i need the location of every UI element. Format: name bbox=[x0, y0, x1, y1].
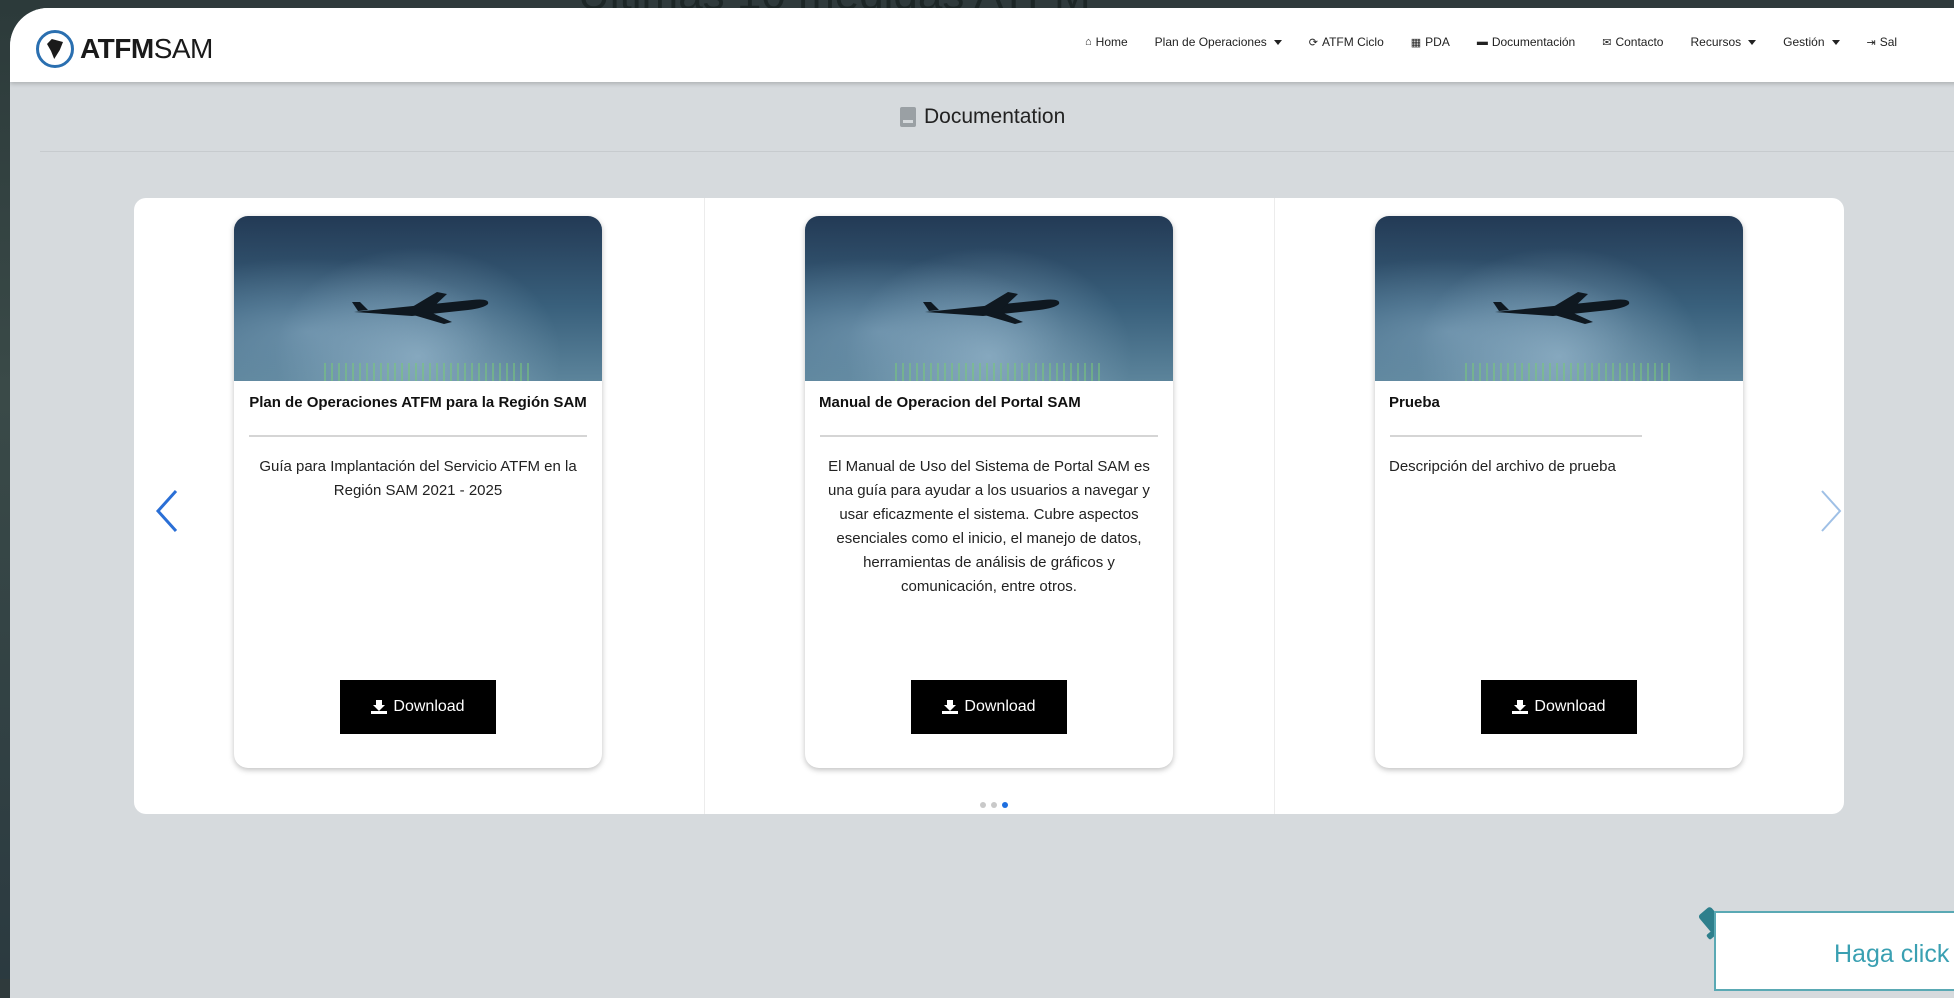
nav-recursos[interactable]: Recursos bbox=[1690, 35, 1757, 49]
table-icon: ▦ bbox=[1410, 36, 1422, 49]
caret-down-icon bbox=[1748, 39, 1757, 45]
nav-doc-label: Documentación bbox=[1491, 35, 1576, 49]
nav-plan-label: Plan de Operaciones bbox=[1154, 35, 1267, 49]
slide-divider bbox=[704, 198, 705, 814]
card-title: Manual de Operacion del Portal SAM bbox=[819, 394, 1081, 411]
caret-down-icon bbox=[1831, 39, 1840, 45]
nav-home[interactable]: ⌂ Home bbox=[1085, 35, 1128, 49]
document-card: Manual de Operacion del Portal SAM El Ma… bbox=[805, 216, 1173, 768]
airplane-image bbox=[923, 292, 1060, 324]
book-icon bbox=[900, 107, 916, 127]
nav-salir-label: Sal bbox=[1879, 35, 1898, 49]
airplane-image bbox=[1493, 292, 1630, 324]
carousel-dot-active[interactable] bbox=[1002, 802, 1008, 808]
refresh-icon: ⟳ bbox=[1308, 36, 1318, 49]
nav-pda[interactable]: ▦ PDA bbox=[1411, 35, 1450, 49]
caret-down-icon bbox=[1273, 39, 1282, 45]
download-button-label: Download bbox=[964, 698, 1036, 715]
brand-name: ATFMSAM bbox=[80, 33, 213, 64]
globe-logo-icon bbox=[36, 30, 74, 68]
page-title-text: Documentation bbox=[924, 105, 1066, 128]
envelope-icon: ✉ bbox=[1602, 36, 1612, 49]
card-description: Guía para Implantación del Servicio ATFM… bbox=[259, 458, 577, 499]
carousel-prev-arrow-icon[interactable] bbox=[154, 488, 180, 534]
card-title: Plan de Operaciones ATFM para la Región … bbox=[249, 394, 587, 411]
sign-out-icon: ⇥ bbox=[1866, 36, 1876, 49]
help-tooltip-text: Haga click bbox=[1834, 940, 1950, 968]
airplane-image bbox=[352, 292, 489, 324]
nav-contacto-label: Contacto bbox=[1615, 35, 1664, 49]
title-divider bbox=[40, 151, 1954, 152]
top-navbar: ATFMSAM ⌂ Home Plan de Operaciones ⟳ ATF… bbox=[10, 8, 1954, 82]
nav-ciclo-label: ATFM Ciclo bbox=[1321, 35, 1384, 49]
card-description: Descripción del archivo de prueba bbox=[1389, 458, 1616, 475]
nav-gestion[interactable]: Gestión bbox=[1783, 35, 1840, 49]
book-icon: ▬ bbox=[1476, 36, 1488, 48]
nav-atfm-ciclo[interactable]: ⟳ ATFM Ciclo bbox=[1309, 35, 1384, 49]
nav-recursos-label: Recursos bbox=[1690, 35, 1742, 49]
carousel-dot[interactable] bbox=[980, 802, 986, 808]
download-icon bbox=[1512, 700, 1529, 714]
slide-divider bbox=[1274, 198, 1275, 814]
carousel-indicators bbox=[980, 802, 1008, 808]
download-button-label: Download bbox=[1534, 698, 1606, 715]
download-button[interactable]: Download bbox=[340, 680, 496, 734]
download-button[interactable]: Download bbox=[1481, 680, 1637, 734]
document-card: Plan de Operaciones ATFM para la Región … bbox=[234, 216, 602, 768]
card-image bbox=[1375, 216, 1743, 381]
chart-overlay-graphic bbox=[324, 363, 532, 381]
nav-pda-label: PDA bbox=[1425, 35, 1450, 49]
download-button[interactable]: Download bbox=[911, 680, 1067, 734]
home-icon: ⌂ bbox=[1085, 36, 1092, 48]
nav-gestion-label: Gestión bbox=[1783, 35, 1825, 49]
carousel-next-arrow-icon[interactable] bbox=[1818, 488, 1844, 534]
nav-documentacion[interactable]: ▬ Documentación bbox=[1477, 35, 1575, 49]
chart-overlay-graphic bbox=[1465, 363, 1673, 381]
card-image bbox=[234, 216, 602, 381]
download-icon bbox=[942, 700, 959, 714]
documents-carousel: Plan de Operaciones ATFM para la Región … bbox=[134, 198, 1844, 814]
card-image bbox=[805, 216, 1173, 381]
page-title: Documentation bbox=[900, 105, 1065, 129]
card-description: El Manual de Uso del Sistema de Portal S… bbox=[828, 458, 1150, 595]
document-card: Prueba Descripción del archivo de prueba… bbox=[1375, 216, 1743, 768]
download-icon bbox=[371, 700, 388, 714]
chart-overlay-graphic bbox=[895, 363, 1103, 381]
download-button-label: Download bbox=[393, 698, 465, 715]
card-title: Prueba bbox=[1389, 394, 1440, 411]
browser-window: ATFMSAM ⌂ Home Plan de Operaciones ⟳ ATF… bbox=[10, 8, 1954, 998]
main-nav: ⌂ Home Plan de Operaciones ⟳ ATFM Ciclo … bbox=[1085, 35, 1897, 49]
nav-plan-operaciones[interactable]: Plan de Operaciones bbox=[1155, 35, 1282, 49]
nav-home-label: Home bbox=[1095, 35, 1128, 49]
nav-salir[interactable]: ⇥ Sal bbox=[1867, 35, 1898, 49]
carousel-dot[interactable] bbox=[991, 802, 997, 808]
nav-contacto[interactable]: ✉ Contacto bbox=[1602, 35, 1663, 49]
brand-logo[interactable]: ATFMSAM bbox=[36, 30, 213, 68]
